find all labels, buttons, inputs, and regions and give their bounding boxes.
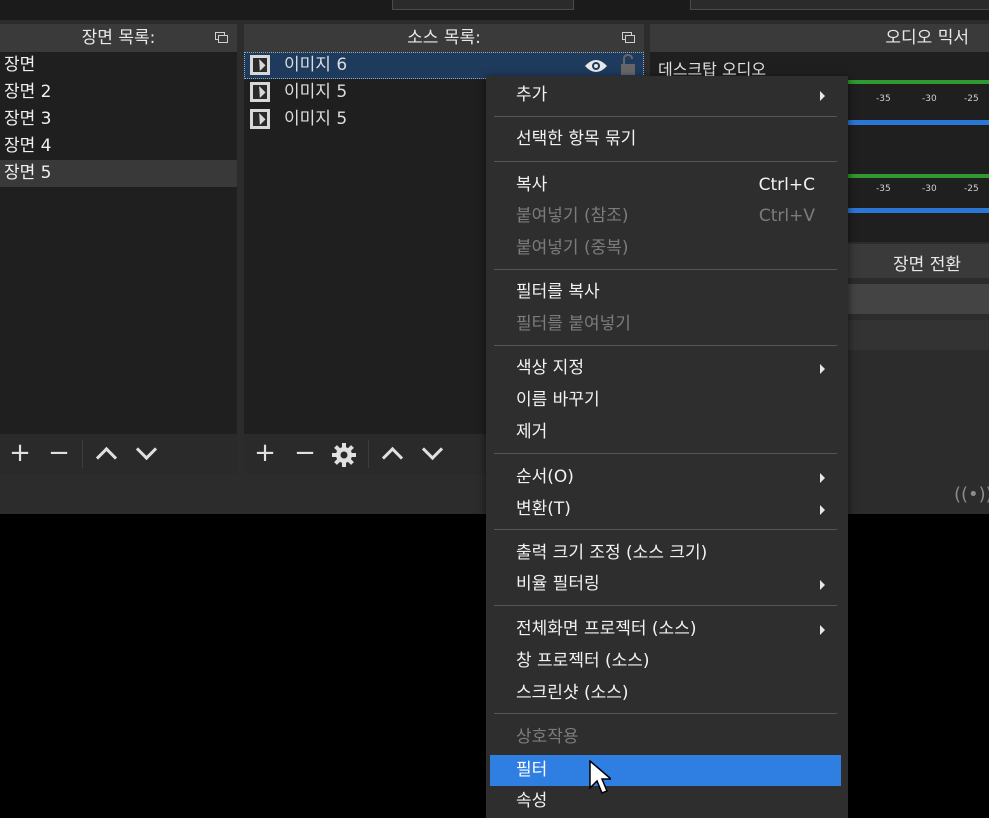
menu-shortcut: Ctrl+V bbox=[758, 206, 815, 226]
scene-item[interactable]: 장면 4 bbox=[0, 133, 237, 160]
menu-item-paste-duplicate: 붙여넣기 (중복) bbox=[516, 238, 629, 258]
broadcast-status-icon: ((•)) bbox=[954, 484, 989, 505]
add-source-button[interactable]: + bbox=[252, 440, 278, 466]
menu-separator bbox=[494, 453, 837, 454]
undock-icon[interactable] bbox=[622, 32, 635, 43]
source-item-selected[interactable]: 이미지 6 bbox=[244, 52, 644, 79]
scene-item[interactable]: 장면 2 bbox=[0, 79, 237, 106]
top-control-right[interactable] bbox=[690, 0, 989, 10]
remove-source-button[interactable]: − bbox=[292, 440, 318, 466]
submenu-arrow-icon bbox=[820, 505, 825, 515]
toolbar-divider bbox=[82, 440, 83, 468]
menu-item-copy[interactable]: 복사 Ctrl+C bbox=[490, 170, 841, 201]
source-label: 이미지 5 bbox=[284, 82, 348, 102]
menu-separator bbox=[494, 345, 837, 346]
meter-tick-label: -25 bbox=[964, 94, 979, 104]
submenu-arrow-icon bbox=[820, 91, 825, 101]
submenu-arrow-icon bbox=[820, 580, 825, 590]
add-scene-button[interactable]: + bbox=[7, 440, 33, 466]
unlock-icon[interactable] bbox=[620, 54, 636, 76]
scenes-panel-title: 장면 목록: bbox=[81, 28, 156, 48]
submenu-arrow-icon bbox=[820, 473, 825, 483]
meter-tick-label: -25 bbox=[964, 184, 979, 194]
meter-tick-label: -35 bbox=[876, 94, 891, 104]
menu-separator bbox=[494, 713, 837, 714]
image-source-icon bbox=[250, 55, 270, 75]
mouse-cursor-icon bbox=[589, 760, 611, 794]
meter-tick-label: -30 bbox=[922, 94, 937, 104]
menu-item-add[interactable]: 추가 bbox=[490, 80, 841, 111]
menu-item-set-color[interactable]: 색상 지정 bbox=[490, 353, 841, 384]
source-context-menu: 추가 선택한 항목 묶기 복사 Ctrl+C 붙여넣기 (참조) Ctrl+V … bbox=[486, 76, 848, 818]
menu-separator bbox=[494, 269, 837, 270]
audio-mixer-header: 오디오 믹서 bbox=[650, 24, 989, 52]
scene-item[interactable]: 장면 bbox=[0, 52, 237, 79]
submenu-arrow-icon bbox=[820, 625, 825, 635]
menu-separator bbox=[494, 161, 837, 162]
menu-item-fullscreen-projector[interactable]: 전체화면 프로젝터 (소스) bbox=[490, 614, 841, 645]
image-source-icon bbox=[250, 82, 270, 102]
menu-item-remove[interactable]: 제거 bbox=[490, 417, 841, 448]
submenu-arrow-icon bbox=[820, 364, 825, 374]
source-label: 이미지 6 bbox=[284, 55, 348, 75]
scenes-panel-header: 장면 목록: bbox=[0, 24, 237, 52]
menu-separator bbox=[494, 116, 837, 117]
top-control-left[interactable] bbox=[392, 0, 574, 10]
move-scene-up-icon[interactable] bbox=[95, 446, 118, 469]
menu-item-properties[interactable]: 속성 bbox=[490, 786, 841, 817]
menu-item-paste-filters: 필터를 붙여넣기 bbox=[516, 314, 631, 334]
scene-item-active[interactable]: 장면 5 bbox=[0, 160, 237, 187]
move-source-up-icon[interactable] bbox=[381, 446, 404, 469]
menu-item-interact: 상호작용 bbox=[516, 727, 579, 747]
menu-item-transform[interactable]: 변환(T) bbox=[490, 494, 841, 525]
scenes-list: 장면 장면 2 장면 3 장면 4 장면 5 bbox=[0, 52, 237, 187]
scene-transitions-title: 장면 전환 bbox=[893, 255, 961, 275]
move-scene-down-icon[interactable] bbox=[135, 438, 158, 461]
menu-item-scale-filtering[interactable]: 비율 필터링 bbox=[490, 569, 841, 600]
meter-tick-label: -30 bbox=[922, 184, 937, 194]
menu-item-filters[interactable]: 필터 bbox=[490, 755, 841, 786]
menu-separator bbox=[494, 529, 837, 530]
remove-scene-button[interactable]: − bbox=[46, 440, 72, 466]
undock-icon[interactable] bbox=[215, 32, 228, 43]
menu-item-copy-filters[interactable]: 필터를 복사 bbox=[490, 277, 841, 308]
menu-item-group-selected[interactable]: 선택한 항목 묶기 bbox=[490, 124, 841, 155]
menu-item-screenshot[interactable]: 스크린샷 (소스) bbox=[490, 678, 841, 709]
image-source-icon bbox=[250, 109, 270, 129]
sources-panel-header: 소스 목록: bbox=[244, 24, 644, 52]
sources-panel-title: 소스 목록: bbox=[407, 28, 481, 48]
scenes-toolbar: + − bbox=[0, 434, 237, 474]
scene-item[interactable]: 장면 3 bbox=[0, 106, 237, 133]
audio-mixer-title: 오디오 믹서 bbox=[885, 28, 969, 48]
menu-item-resize-output[interactable]: 출력 크기 조정 (소스 크기) bbox=[490, 538, 841, 569]
source-label: 이미지 5 bbox=[284, 109, 348, 129]
menu-item-order[interactable]: 순서(O) bbox=[490, 462, 841, 493]
menu-item-window-projector[interactable]: 창 프로젝터 (소스) bbox=[490, 646, 841, 677]
visibility-eye-icon[interactable] bbox=[584, 58, 608, 74]
menu-item-rename[interactable]: 이름 바꾸기 bbox=[490, 385, 841, 416]
menu-separator bbox=[494, 605, 837, 606]
menu-item-paste-reference: 붙여넣기 (참조) Ctrl+V bbox=[490, 201, 841, 232]
source-properties-gear-icon[interactable] bbox=[332, 443, 356, 467]
menu-shortcut: Ctrl+C bbox=[758, 175, 815, 195]
top-toolbar-strip bbox=[0, 0, 989, 20]
meter-tick-label: -35 bbox=[876, 184, 891, 194]
toolbar-divider bbox=[368, 440, 369, 468]
scenes-panel: 장면 목록: 장면 장면 2 장면 3 장면 4 장면 5 + − bbox=[0, 24, 237, 474]
move-source-down-icon[interactable] bbox=[421, 438, 444, 461]
